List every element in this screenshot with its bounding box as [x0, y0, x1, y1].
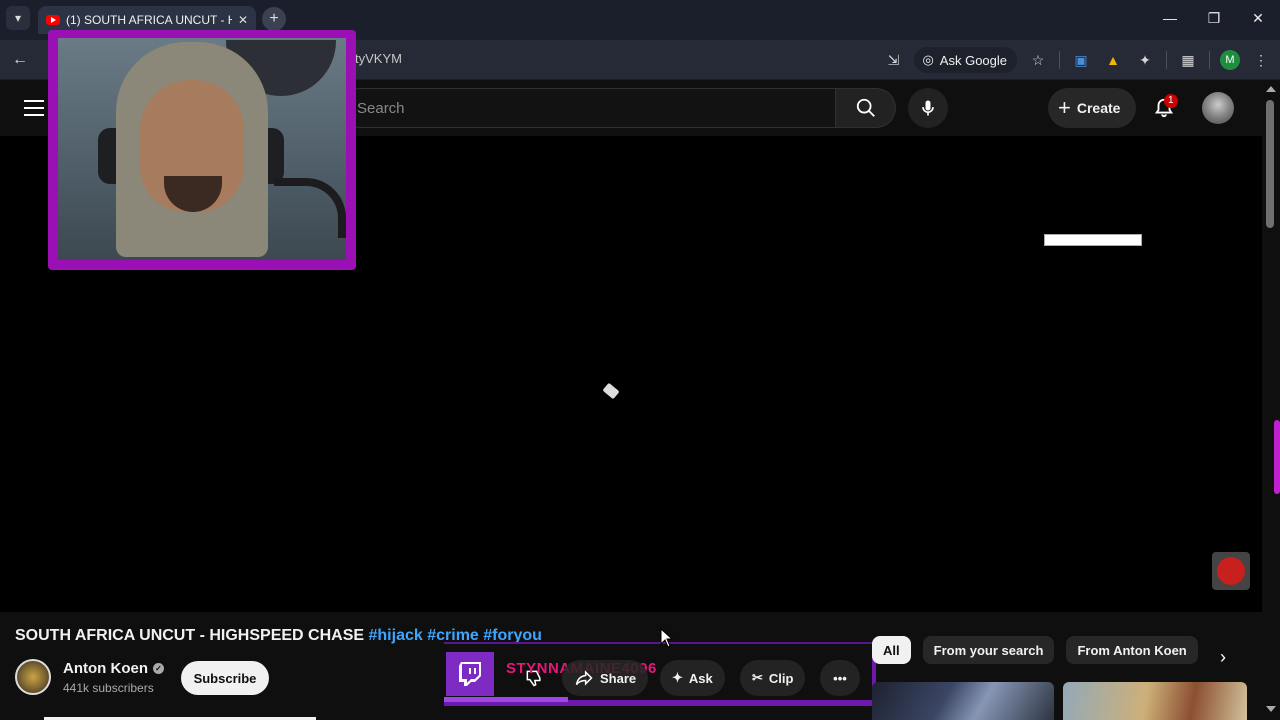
chip-from-channel[interactable]: From Anton Koen — [1066, 636, 1198, 664]
page-scrollbar[interactable] — [1262, 80, 1280, 720]
tab-close-icon[interactable]: ✕ — [238, 13, 248, 27]
twitch-progress-bar — [444, 697, 568, 702]
chevron-right-icon[interactable]: › — [1208, 642, 1238, 672]
search-input[interactable] — [357, 99, 819, 117]
extensions-puzzle-icon[interactable]: ✦ — [1134, 49, 1156, 71]
scissors-icon: ✂ — [752, 670, 763, 685]
back-arrow-icon[interactable]: ← — [8, 48, 32, 72]
channel-avatar[interactable] — [15, 659, 51, 695]
screen: ▾ (1) SOUTH AFRICA UNCUT - HI ✕ + — ❐ ✕ … — [0, 0, 1280, 720]
subscriber-count: 441k subscribers — [63, 681, 154, 695]
toolbar-divider — [1166, 51, 1167, 69]
scroll-down-arrow-icon[interactable] — [1266, 706, 1276, 712]
create-label: Create — [1076, 100, 1121, 116]
search-icon — [856, 98, 875, 117]
ask-google-button[interactable]: ◎ Ask Google — [914, 47, 1017, 73]
profile-avatar[interactable]: M — [1220, 50, 1240, 70]
channel-name[interactable]: Anton Koen ✓ — [63, 660, 164, 677]
share-label: Share — [600, 670, 637, 686]
new-tab-button[interactable]: + — [262, 7, 286, 31]
window-controls: — ❐ ✕ — [1148, 0, 1280, 36]
create-button[interactable]: + Create — [1048, 88, 1137, 128]
microphone-icon — [922, 100, 934, 116]
restore-button[interactable]: ❐ — [1192, 0, 1236, 36]
url-text[interactable]: tyVKYM — [355, 51, 402, 66]
minimize-button[interactable]: — — [1148, 0, 1192, 36]
account-avatar[interactable] — [1202, 92, 1234, 124]
scrollbar-thumb[interactable] — [1266, 100, 1274, 228]
ask-google-label: Ask Google — [939, 52, 1007, 68]
youtube-favicon-icon — [46, 15, 60, 25]
verified-check-icon: ✓ — [152, 663, 164, 674]
extension-s-icon[interactable]: ▣ — [1070, 49, 1092, 71]
plus-icon: + — [1058, 95, 1071, 120]
clip-label: Clip — [768, 670, 794, 686]
search-button[interactable] — [836, 88, 896, 128]
share-arrow-icon — [575, 670, 593, 686]
guide-menu-icon[interactable] — [22, 96, 46, 120]
live-badge — [1212, 552, 1250, 590]
tab-title: (1) SOUTH AFRICA UNCUT - HI — [66, 13, 232, 27]
related-filter-chips: All From your search From Anton Koen — [872, 636, 1198, 664]
mouse-cursor-icon — [660, 628, 674, 648]
search-box[interactable] — [340, 88, 836, 128]
chip-all[interactable]: All — [872, 636, 911, 664]
side-panel-icon[interactable]: ▦ — [1177, 49, 1199, 71]
chip-from-your-search[interactable]: From your search — [922, 636, 1055, 664]
toolbar-divider — [1209, 51, 1210, 69]
notification-badge: 1 — [1164, 94, 1178, 108]
subscribe-button[interactable]: Subscribe — [181, 661, 269, 695]
ask-label: Ask — [688, 670, 713, 686]
sparkle-icon: ✦ — [672, 670, 683, 685]
scroll-up-arrow-icon[interactable] — [1266, 86, 1276, 92]
browser-menu-icon[interactable]: ⋮ — [1250, 49, 1272, 71]
related-video-thumbnail[interactable] — [1063, 682, 1247, 720]
bookmark-star-icon[interactable]: ☆ — [1027, 49, 1049, 71]
drive-icon[interactable]: ▲ — [1102, 49, 1124, 71]
share-button[interactable]: Share — [562, 660, 649, 696]
notifications-button[interactable]: 1 — [1148, 92, 1180, 124]
toolbar-divider — [1059, 51, 1060, 69]
stream-overlay-widget — [1044, 234, 1142, 246]
stream-overlay-accent — [1274, 420, 1280, 494]
channel-name-text: Anton Koen — [63, 660, 148, 677]
more-horizontal-icon: ••• — [833, 670, 847, 686]
ask-button[interactable]: ✦ Ask — [660, 660, 725, 696]
webcam-feed — [58, 38, 346, 260]
twitch-icon — [446, 652, 494, 696]
video-title-text: SOUTH AFRICA UNCUT - HIGHSPEED CHASE — [15, 627, 369, 644]
live-now-icon — [1217, 557, 1245, 585]
voice-search-button[interactable] — [908, 88, 948, 128]
related-video-thumbnail[interactable] — [872, 682, 1054, 720]
install-app-icon[interactable]: ⇲ — [882, 49, 904, 71]
lens-icon: ◎ — [922, 52, 934, 67]
hashtag-link[interactable]: #hijack — [369, 627, 423, 644]
tab-search-button[interactable]: ▾ — [6, 6, 30, 30]
close-window-button[interactable]: ✕ — [1236, 0, 1280, 36]
webcam-overlay — [48, 30, 356, 270]
clip-button[interactable]: ✂ Clip — [740, 660, 806, 696]
more-actions-button[interactable]: ••• — [820, 660, 860, 696]
toolbar-actions: ⇲ ◎ Ask Google ☆ ▣ ▲ ✦ ▦ M ⋮ — [882, 46, 1272, 74]
